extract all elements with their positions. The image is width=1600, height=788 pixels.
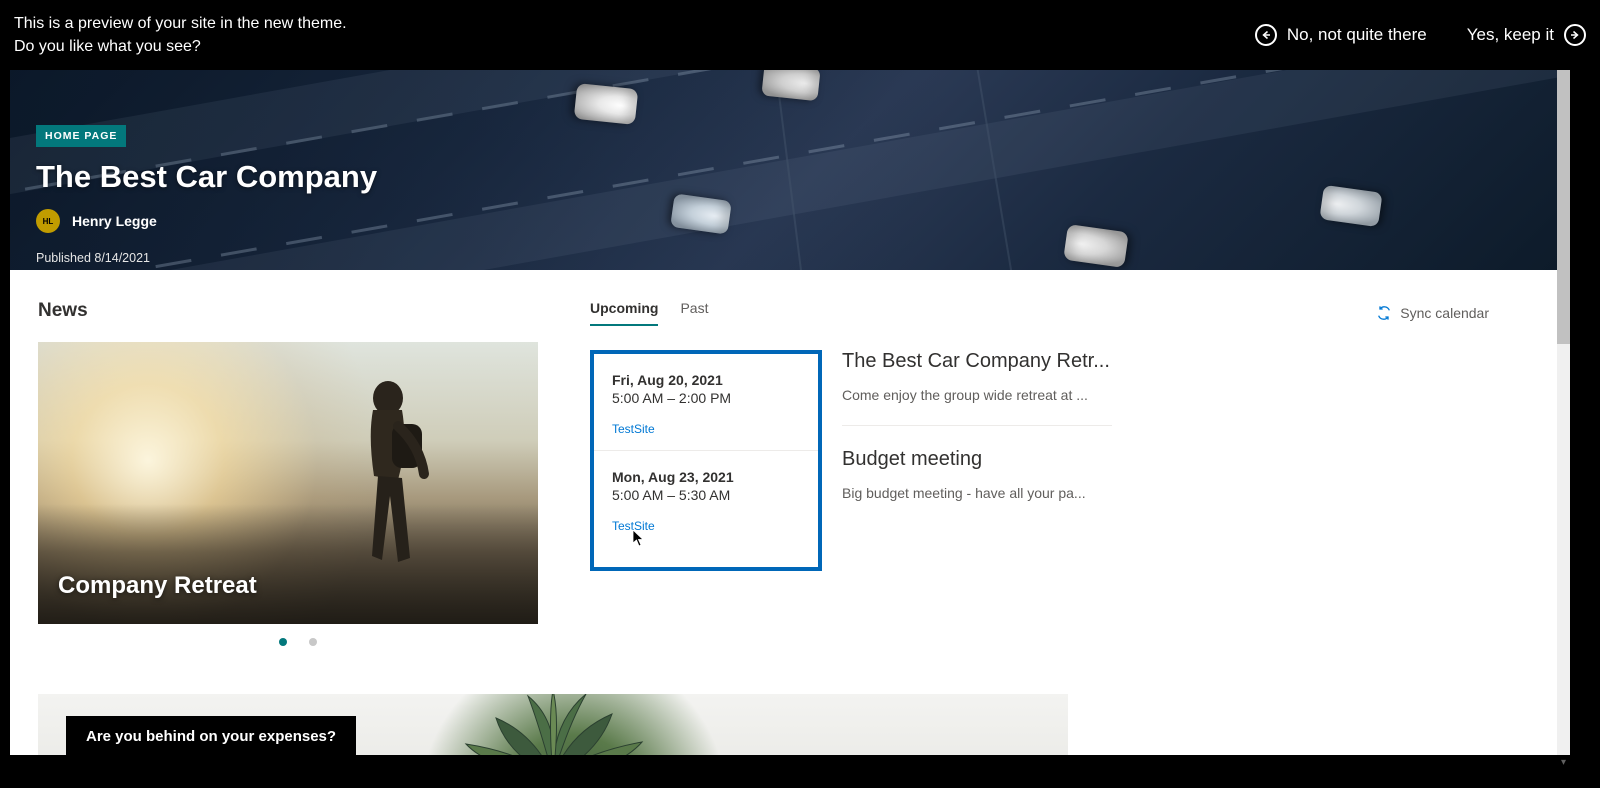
event-date: Fri, Aug 20, 2021 [612,372,800,388]
cursor-icon [632,529,646,547]
arrow-left-circle-icon [1255,24,1277,46]
expenses-banner[interactable]: Are you behind on your expenses? [38,694,1068,755]
accept-theme-label: Yes, keep it [1467,25,1554,45]
events-section: Upcoming Past Sync calendar Fri, Aug 20,… [558,300,1529,646]
event-detail-item[interactable]: Budget meeting Big budget meeting - have… [842,448,1112,523]
event-time: 5:00 AM – 2:00 PM [612,390,800,406]
news-card[interactable]: Company Retreat [38,342,538,624]
sync-calendar-button[interactable]: Sync calendar [1376,305,1489,321]
page-body: News Company Retreat U [10,270,1557,646]
tab-past[interactable]: Past [680,300,708,326]
published-date: Published 8/14/2021 [36,251,377,265]
preview-message: This is a preview of your site in the ne… [14,12,347,58]
reject-theme-button[interactable]: No, not quite there [1255,24,1427,46]
news-card-gradient [38,504,538,624]
events-grid: Fri, Aug 20, 2021 5:00 AM – 2:00 PM Test… [590,350,1529,571]
event-date-item[interactable]: Mon, Aug 23, 2021 5:00 AM – 5:30 AM Test… [594,451,818,567]
hero-banner: HOME PAGE The Best Car Company HL Henry … [10,70,1557,270]
events-tabs: Upcoming Past [590,300,708,326]
site-title: The Best Car Company [36,159,377,195]
event-description: Big budget meeting - have all your pa... [842,485,1112,501]
events-detail-list: The Best Car Company Retr... Come enjoy … [842,350,1112,545]
scrollbar-thumb[interactable] [1557,70,1570,344]
carousel-dot-2[interactable] [309,638,317,646]
plant-graphic [448,694,658,755]
news-section: News Company Retreat [38,300,558,646]
event-description: Come enjoy the group wide retreat at ... [842,387,1112,403]
event-date-item[interactable]: Fri, Aug 20, 2021 5:00 AM – 2:00 PM Test… [594,354,818,451]
author-name: Henry Legge [72,213,157,229]
vertical-scrollbar[interactable] [1557,70,1570,755]
events-date-list-highlighted: Fri, Aug 20, 2021 5:00 AM – 2:00 PM Test… [590,350,822,571]
author-avatar: HL [36,209,60,233]
news-carousel-dots [38,638,558,646]
sync-icon [1376,305,1392,321]
preview-message-line2: Do you like what you see? [14,35,347,58]
reject-theme-label: No, not quite there [1287,25,1427,45]
page-type-badge: HOME PAGE [36,125,126,147]
preview-message-line1: This is a preview of your site in the ne… [14,12,347,35]
expenses-headline: Are you behind on your expenses? [66,716,356,755]
news-heading: News [38,300,558,322]
news-card-title: Company Retreat [58,572,257,600]
site-preview-frame: HOME PAGE The Best Car Company HL Henry … [10,70,1557,755]
event-title: Budget meeting [842,448,1112,471]
author-row: HL Henry Legge [36,209,377,233]
events-header: Upcoming Past Sync calendar [590,300,1529,326]
hero-content: HOME PAGE The Best Car Company HL Henry … [36,125,377,265]
tab-upcoming[interactable]: Upcoming [590,300,658,326]
scrollbar-down-button[interactable]: ▾ [1557,755,1570,770]
event-detail-item[interactable]: The Best Car Company Retr... Come enjoy … [842,350,1112,426]
theme-preview-bar: This is a preview of your site in the ne… [0,0,1600,70]
event-date: Mon, Aug 23, 2021 [612,469,800,485]
event-site-link[interactable]: TestSite [612,422,800,436]
accept-theme-button[interactable]: Yes, keep it [1467,24,1586,46]
hero-car-graphic [574,83,639,125]
carousel-dot-1[interactable] [279,638,287,646]
event-title: The Best Car Company Retr... [842,350,1112,373]
hiker-graphic [328,376,448,606]
sync-calendar-label: Sync calendar [1400,305,1489,321]
preview-actions: No, not quite there Yes, keep it [1255,24,1586,46]
event-time: 5:00 AM – 5:30 AM [612,487,800,503]
arrow-right-circle-icon [1564,24,1586,46]
